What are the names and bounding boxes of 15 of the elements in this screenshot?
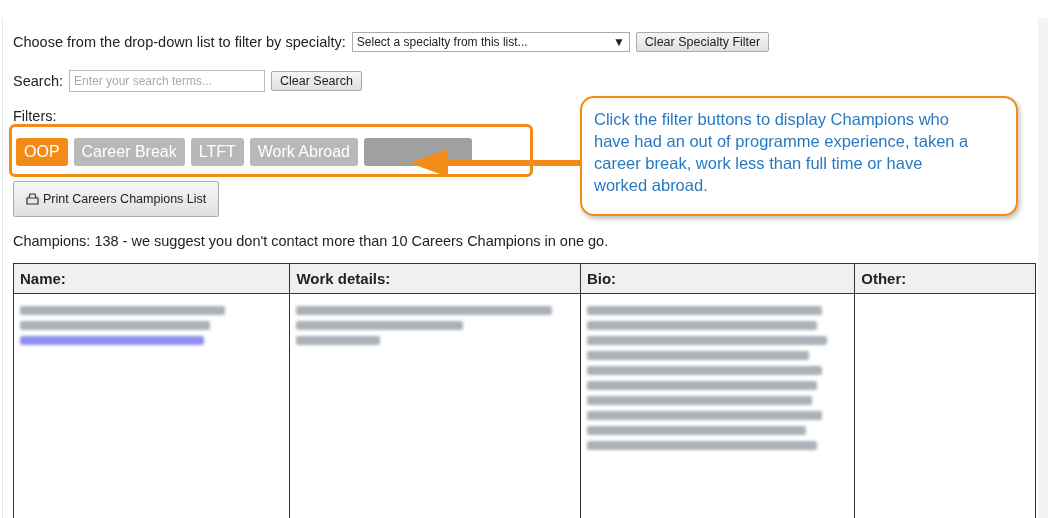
column-header: Name: xyxy=(13,263,290,294)
specialty-select[interactable]: Select a specialty from this list... ▼ xyxy=(351,32,630,52)
clear-specialty-filter-button[interactable]: Clear Specialty Filter xyxy=(635,32,770,52)
printer-icon xyxy=(26,193,39,205)
specialty-filter-label: Choose from the drop-down list to filter by specialty: xyxy=(13,34,346,50)
champions-count-text: Champions: 138 - we suggest you don't contact more than 10 Careers Champions in one go. xyxy=(13,233,610,249)
column-header: Work details: xyxy=(289,263,581,294)
search-label: Search: xyxy=(13,73,63,89)
clear-search-button[interactable]: Clear Search xyxy=(271,71,362,91)
column-header: Other: xyxy=(854,263,1036,294)
search-field[interactable]: Enter your search terms... xyxy=(69,70,265,92)
callout-text: Click the filter buttons to display Champions who have had an out of programme experience, taken a career break, work less than full time or have worked abroad. xyxy=(580,96,1018,216)
column-header: Bio: xyxy=(580,263,855,294)
print-button[interactable]: Print Careers Champions List xyxy=(13,181,220,217)
filters-label: Filters: xyxy=(13,108,57,124)
